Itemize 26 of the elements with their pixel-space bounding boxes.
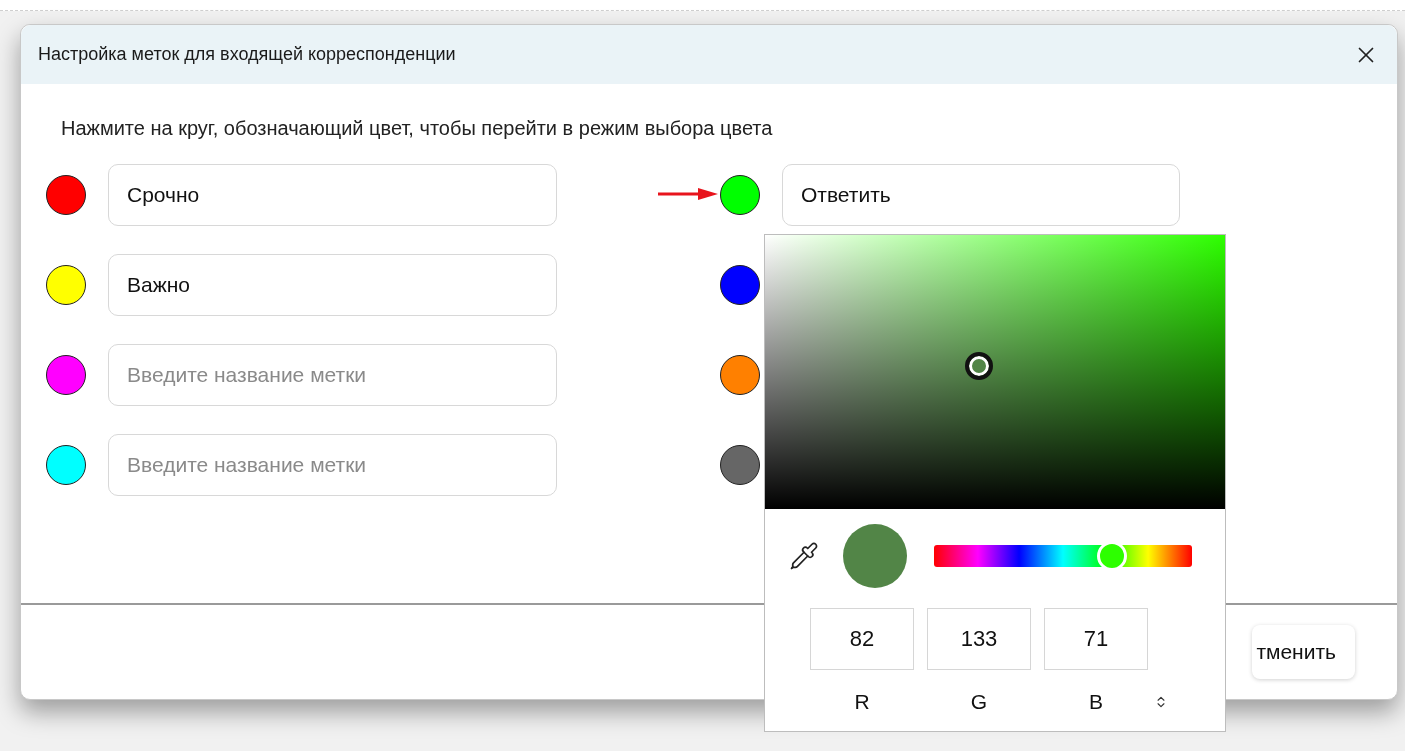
color-circle[interactable] (46, 445, 86, 485)
channel-input[interactable]: 71 (1044, 608, 1148, 670)
label-input[interactable]: Введите название метки (108, 434, 557, 496)
eyedropper-icon[interactable] (789, 541, 819, 571)
color-circle[interactable] (720, 355, 760, 395)
channel-label: B (1088, 690, 1104, 714)
instruction-text: Нажмите на круг, обозначающий цвет, чтобы перейти в режим выбора цвета (61, 117, 774, 140)
label-input[interactable]: Важно (108, 254, 557, 316)
label-input[interactable]: Ответить (782, 164, 1180, 226)
label-input[interactable]: Срочно (108, 164, 557, 226)
color-circle[interactable] (46, 175, 86, 215)
color-cursor[interactable] (965, 352, 994, 381)
color-circle[interactable] (46, 355, 86, 395)
color-area[interactable] (765, 235, 1225, 509)
color-circle[interactable] (720, 175, 760, 215)
dialog-title: Настройка меток для входящей корреспонденции (38, 44, 456, 65)
color-circle[interactable] (720, 445, 760, 485)
label-input[interactable]: Введите название метки (108, 344, 557, 406)
channel-input[interactable]: 133 (927, 608, 1031, 670)
color-circle[interactable] (720, 265, 760, 305)
hue-slider[interactable] (934, 545, 1192, 567)
cancel-button[interactable]: тменить (1252, 625, 1355, 679)
channel-input[interactable]: 82 (810, 608, 914, 670)
channel-label: G (969, 690, 989, 714)
channel-label: R (853, 690, 871, 714)
color-circle[interactable] (46, 265, 86, 305)
